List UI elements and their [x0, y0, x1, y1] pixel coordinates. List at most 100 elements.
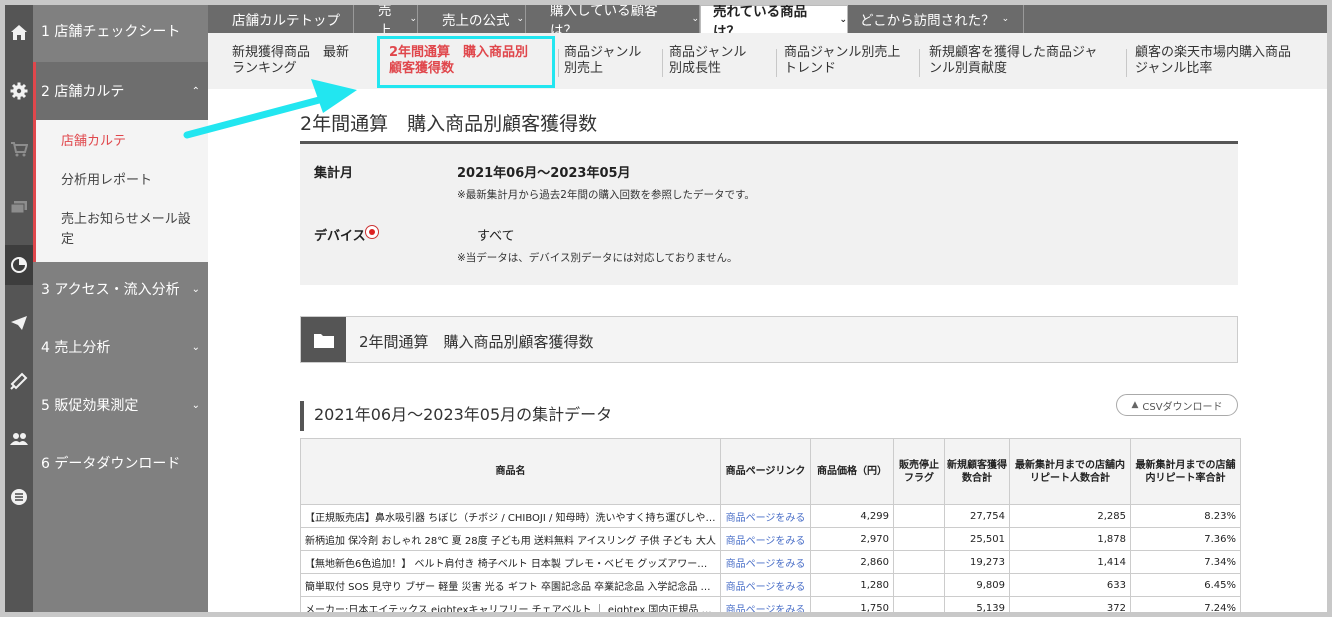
- product-page-link[interactable]: 商品ページをみる: [720, 550, 811, 574]
- sidebar-submenu: 店舗カルテ 分析用レポート 売上お知らせメール設 定: [33, 120, 208, 262]
- tab-sales[interactable]: 売上 ⌄: [354, 5, 418, 39]
- subnav-label: トレンド: [784, 61, 837, 76]
- device-all-radio[interactable]: [365, 225, 379, 239]
- cell-product-name: メーカー:日本エイテックス eightexキャリフリー チェアベルト ｜ eig…: [300, 596, 721, 612]
- product-page-link[interactable]: 商品ページをみる: [720, 527, 811, 551]
- cell-repeat-count: 633: [1009, 573, 1131, 597]
- cell-stop-flag: [893, 573, 945, 597]
- subnav-label: ジャンル比率: [1135, 61, 1213, 76]
- sidebar-section-label: 3 アクセス・流入分析: [41, 282, 180, 298]
- subnav-genre-contribution[interactable]: 新規顧客を獲得した商品ジャ ンル別貢献度: [929, 45, 1097, 77]
- sidebar-section-check-sheet[interactable]: 1 店舗チェックシート: [33, 5, 208, 57]
- col-repeat-rate[interactable]: 最新集計月までの店舗内リピート率合計: [1130, 438, 1241, 505]
- subnav-genre-ratio[interactable]: 顧客の楽天市場内購入商品 ジャンル比率: [1135, 45, 1291, 77]
- col-product-link[interactable]: 商品ページリンク: [720, 438, 811, 505]
- product-page-link[interactable]: 商品ページをみる: [720, 573, 811, 597]
- cell-repeat-count: 1,414: [1009, 550, 1131, 574]
- subnav-divider: [662, 49, 663, 77]
- subnav-label: 顧客の楽天市場内購入商品: [1135, 45, 1292, 60]
- tab-visit-source[interactable]: どこから訪問された？ ⌄: [848, 5, 1024, 33]
- sidebar-section-store-karte[interactable]: 2 店舗カルテ ⌃: [33, 62, 208, 120]
- chevron-down-icon: ⌄: [691, 14, 699, 24]
- subnav-genre-growth[interactable]: 商品ジャンル 別成長性: [669, 45, 746, 77]
- product-page-link[interactable]: 商品ページをみる: [720, 504, 811, 528]
- cell-price: 2,970: [810, 527, 894, 551]
- paper-plane-icon[interactable]: [5, 303, 33, 343]
- product-page-link[interactable]: 商品ページをみる: [720, 596, 811, 612]
- tab-sales-formula[interactable]: 売上の公式 ⌄: [418, 5, 526, 33]
- chevron-down-icon: ⌄: [409, 14, 417, 24]
- cell-repeat-rate: 6.45%: [1130, 573, 1241, 597]
- cell-new-customers: 5,139: [944, 596, 1010, 612]
- page-title: 2年間通算 購入商品別顧客獲得数: [300, 113, 598, 135]
- sidebar-section-access[interactable]: 3 アクセス・流入分析 ⌄: [33, 267, 208, 311]
- cell-product-name: 【無地新色6色追加！】 ベルト肩付き 椅子ベルト 日本製 プレモ・ベビモ グッズ…: [300, 550, 721, 574]
- section-band: 2年間通算 購入商品別顧客獲得数: [300, 316, 1238, 363]
- gear-icon[interactable]: [5, 71, 33, 111]
- cell-new-customers: 27,754: [944, 504, 1010, 528]
- tab-selling-products[interactable]: 売れている商品は？ ⌄: [700, 5, 848, 40]
- cell-product-name: 簡単取付 SOS 見守り ブザー 軽量 災害 光る ギフト 卒園記念品 卒業記念…: [300, 573, 721, 597]
- users-icon[interactable]: [5, 419, 33, 459]
- cell-repeat-count: 2,285: [1009, 504, 1131, 528]
- cart-icon[interactable]: [5, 129, 33, 169]
- cell-repeat-count: 372: [1009, 596, 1131, 612]
- subnav-genre-sales[interactable]: 商品ジャンル 別売上: [564, 45, 641, 77]
- tab-purchasing-customers[interactable]: 購入している顧客は？ ⌄: [526, 5, 700, 39]
- sidebar-item-sales-mail-settings[interactable]: 売上お知らせメール設 定: [61, 210, 206, 250]
- chevron-down-icon: ⌄: [191, 341, 200, 353]
- subnav-label: ンル別貢献度: [929, 61, 1008, 76]
- sidebar-section-download[interactable]: 6 データダウンロード: [33, 441, 208, 485]
- cell-repeat-count: 1,878: [1009, 527, 1131, 551]
- device-note: ※当データは、デバイス別データには対応しておりません。: [457, 252, 738, 264]
- subnav-label: ランキング: [232, 61, 297, 76]
- sidebar-item-label: 定: [61, 232, 75, 247]
- cell-product-name: 新柄追加 保冷剤 おしゃれ 28℃ 夏 28度 子ども用 送料無料 アイスリング…: [300, 527, 721, 551]
- top-tab-bar: 店舗カルテトップ 売上 ⌄ 売上の公式 ⌄ 購入している顧客は？ ⌄ 売れている…: [208, 5, 1327, 40]
- chevron-down-icon: ⌄: [191, 283, 200, 295]
- col-stop-flag[interactable]: 販売停止フラグ: [893, 438, 945, 505]
- home-icon[interactable]: [5, 12, 33, 52]
- col-repeat-count[interactable]: 最新集計月までの店舗内リピート人数合計: [1009, 438, 1131, 505]
- subnav-divider: [919, 49, 920, 77]
- subnav-label: 別成長性: [669, 61, 722, 76]
- sidebar-section-label: 6 データダウンロード: [41, 456, 181, 472]
- sidebar-item-store-karte[interactable]: 店舗カルテ: [61, 132, 206, 152]
- card-icon[interactable]: [5, 187, 33, 227]
- csv-download-label: CSVダウンロード: [1142, 401, 1223, 413]
- subnav-label: 新規獲得商品 最新: [232, 45, 350, 60]
- table-row: 新柄追加 保冷剤 おしゃれ 28℃ 夏 28度 子ども用 送料無料 アイスリング…: [300, 527, 1241, 551]
- cell-stop-flag: [893, 550, 945, 574]
- icon-rail: [5, 5, 33, 612]
- col-new-customers[interactable]: 新規顧客獲得数合計: [944, 438, 1010, 505]
- cell-repeat-rate: 7.34%: [1130, 550, 1241, 574]
- pie-chart-icon[interactable]: [5, 245, 33, 285]
- sidebar-section-promotion[interactable]: 5 販促効果測定 ⌄: [33, 383, 208, 427]
- sidebar-item-label: 売上お知らせメール設: [61, 212, 191, 227]
- tab-karte-top[interactable]: 店舗カルテトップ: [208, 5, 354, 33]
- cell-stop-flag: [893, 504, 945, 528]
- cell-price: 1,280: [810, 573, 894, 597]
- subnav-genre-trend[interactable]: 商品ジャンル別売上 トレンド: [784, 45, 900, 77]
- list-icon[interactable]: [5, 477, 33, 517]
- cell-product-name: 【正規販売店】鼻水吸引器 ちぼじ（チボジ / CHIBOJI / 知母時）洗いや…: [300, 504, 721, 528]
- device-value: すべて: [477, 229, 515, 244]
- col-product-name[interactable]: 商品名: [300, 438, 721, 505]
- table-header-row: 商品名 商品ページリンク 商品価格（円） 販売停止フラグ 新規顧客獲得数合計 最…: [300, 438, 1241, 505]
- csv-download-button[interactable]: ▲ CSVダウンロード: [1116, 394, 1238, 416]
- subnav-label: 別売上: [564, 61, 604, 76]
- subnav-label: 商品ジャンル別売上: [784, 45, 901, 60]
- col-price[interactable]: 商品価格（円）: [810, 438, 894, 505]
- table-row: 簡単取付 SOS 見守り ブザー 軽量 災害 光る ギフト 卒園記念品 卒業記念…: [300, 573, 1241, 597]
- cell-new-customers: 25,501: [944, 527, 1010, 551]
- main-content: 店舗カルテトップ 売上 ⌄ 売上の公式 ⌄ 購入している顧客は？ ⌄ 売れている…: [208, 5, 1327, 612]
- megaphone-icon[interactable]: [5, 361, 33, 401]
- sidebar-section-sales-analysis[interactable]: 4 売上分析 ⌄: [33, 325, 208, 369]
- subnav-new-ranking[interactable]: 新規獲得商品 最新 ランキング: [232, 45, 349, 77]
- chevron-up-icon: ⌃: [191, 85, 200, 97]
- sidebar-section-label: 2 店舗カルテ: [41, 84, 125, 100]
- cell-new-customers: 19,273: [944, 550, 1010, 574]
- sidebar-item-analysis-report[interactable]: 分析用レポート: [61, 171, 206, 191]
- period-value: 2021年06月～2023年05月: [457, 166, 631, 181]
- cell-price: 2,860: [810, 550, 894, 574]
